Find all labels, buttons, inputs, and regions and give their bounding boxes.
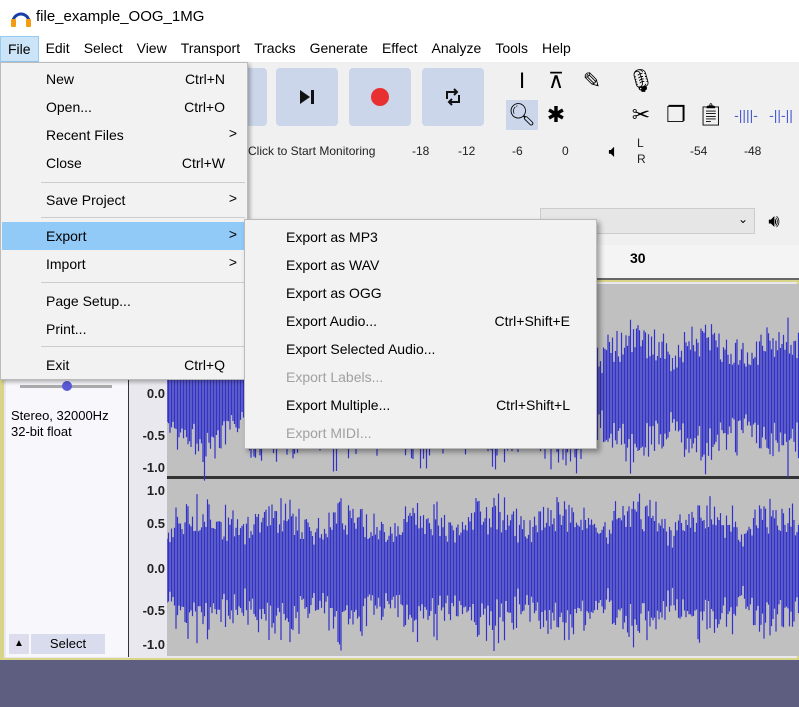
scale-label: 0.0 bbox=[146, 386, 165, 401]
menu-tools[interactable]: Tools bbox=[488, 36, 535, 62]
draw-tool-icon[interactable]: ✎ bbox=[576, 66, 608, 96]
scale-label: 0.0 bbox=[146, 561, 165, 576]
skip-end-button[interactable] bbox=[276, 68, 338, 126]
title-bar: file_example_OOG_1MG bbox=[0, 0, 799, 36]
menu-file[interactable]: File bbox=[0, 36, 39, 62]
menu-item-open[interactable]: Open... Ctrl+O bbox=[2, 93, 247, 121]
copy-icon[interactable]: ❐ bbox=[660, 100, 692, 130]
export-labels: Export Labels... bbox=[286, 369, 384, 385]
meter-tick: -18 bbox=[412, 144, 430, 158]
meter-tick: -12 bbox=[458, 144, 476, 158]
select-track-button[interactable]: Select bbox=[31, 634, 105, 654]
meter-tick: 0 bbox=[562, 144, 569, 158]
menu-item-new[interactable]: New Ctrl+N bbox=[2, 65, 247, 93]
pan-slider[interactable] bbox=[20, 381, 112, 391]
scale-label: -0.5 bbox=[142, 603, 165, 618]
scale-label: -1.0 bbox=[142, 637, 165, 652]
menu-generate[interactable]: Generate bbox=[303, 36, 375, 62]
menu-item-close[interactable]: Close Ctrl+W bbox=[2, 149, 247, 177]
zoom-tool-icon[interactable]: 🔍︎ bbox=[506, 100, 538, 130]
collapse-button[interactable]: ▲ bbox=[9, 634, 29, 654]
track-rate-info: Stereo, 32000Hz bbox=[11, 408, 109, 423]
record-button[interactable] bbox=[349, 68, 411, 126]
skip-end-icon bbox=[300, 90, 314, 104]
left-channel-label: L bbox=[637, 136, 644, 150]
menu-item-save-project[interactable]: Save Project > bbox=[2, 186, 247, 214]
meter-tick: -6 bbox=[512, 144, 523, 158]
monitor-text[interactable]: Click to Start Monitoring bbox=[248, 144, 375, 158]
playback-speaker-icon[interactable]: 🔊︎ bbox=[758, 206, 790, 236]
menu-item-exit[interactable]: Exit Ctrl+Q bbox=[2, 351, 247, 379]
export-selected-audio[interactable]: Export Selected Audio... bbox=[245, 334, 596, 362]
menu-item-export[interactable]: Export > bbox=[2, 222, 247, 250]
menu-effect[interactable]: Effect bbox=[375, 36, 425, 62]
loop-icon bbox=[446, 88, 460, 106]
menu-view[interactable]: View bbox=[130, 36, 174, 62]
audacity-logo-icon bbox=[11, 12, 31, 27]
export-wav[interactable]: Export as WAV bbox=[245, 250, 596, 278]
selection-tool-icon[interactable]: I bbox=[506, 66, 538, 96]
menu-separator bbox=[41, 346, 245, 347]
export-audio[interactable]: Export Audio... Ctrl+Shift+E bbox=[245, 306, 596, 334]
scale-label: 1.0 bbox=[146, 483, 165, 498]
menu-edit[interactable]: Edit bbox=[39, 36, 77, 62]
menu-select[interactable]: Select bbox=[77, 36, 130, 62]
scale-label: -0.5 bbox=[142, 428, 165, 443]
menu-tracks[interactable]: Tracks bbox=[247, 36, 302, 62]
scale-label: 0.5 bbox=[146, 516, 165, 531]
menu-transport[interactable]: Transport bbox=[174, 36, 247, 62]
menu-item-import[interactable]: Import > bbox=[2, 250, 247, 278]
loop-button[interactable] bbox=[422, 68, 484, 126]
export-multiple[interactable]: Export Multiple... Ctrl+Shift+L bbox=[245, 390, 596, 418]
export-submenu: Export as MP3 Export as WAV Export as OG… bbox=[244, 219, 597, 449]
menu-separator bbox=[41, 182, 245, 183]
export-ogg[interactable]: Export as OGG bbox=[245, 278, 596, 306]
envelope-tool-icon[interactable]: ⊼ bbox=[540, 66, 572, 96]
menu-item-page-setup[interactable]: Page Setup... bbox=[2, 287, 247, 315]
microphone-icon[interactable]: 🎙︎ bbox=[625, 66, 657, 96]
menu-bar: File Edit Select View Transport Tracks G… bbox=[0, 36, 799, 62]
meter-tick: -54 bbox=[690, 144, 708, 158]
paste-icon[interactable]: 📋︎ bbox=[695, 100, 727, 130]
export-midi: Export MIDI... bbox=[286, 425, 372, 441]
export-mp3[interactable]: Export as MP3 bbox=[245, 222, 596, 250]
silence-icon[interactable]: -||-|| bbox=[765, 100, 797, 130]
menu-item-print[interactable]: Print... bbox=[2, 315, 247, 343]
track-format-info: 32-bit float bbox=[11, 424, 72, 439]
cut-icon[interactable]: ✂ bbox=[625, 100, 657, 130]
multi-tool-icon[interactable]: ✱ bbox=[540, 100, 572, 130]
meter-tick: -48 bbox=[744, 144, 762, 158]
file-menu: New Ctrl+N Open... Ctrl+O Recent Files > Cl… bbox=[0, 62, 248, 380]
menu-separator bbox=[41, 282, 245, 283]
right-channel-label: R bbox=[637, 152, 646, 166]
menu-help[interactable]: Help bbox=[535, 36, 578, 62]
menu-separator bbox=[41, 217, 245, 218]
trim-icon[interactable]: -||||- bbox=[730, 100, 762, 130]
record-icon bbox=[371, 88, 389, 106]
window-title: file_example_OOG_1MG bbox=[36, 8, 205, 25]
menu-analyze[interactable]: Analyze bbox=[425, 36, 489, 62]
timeline-tick-label: 30 bbox=[630, 250, 646, 266]
menu-item-recent-files[interactable]: Recent Files > bbox=[2, 121, 247, 149]
scale-label: -1.0 bbox=[142, 460, 165, 475]
speaker-icon[interactable]: 🔈︎ bbox=[598, 136, 630, 166]
